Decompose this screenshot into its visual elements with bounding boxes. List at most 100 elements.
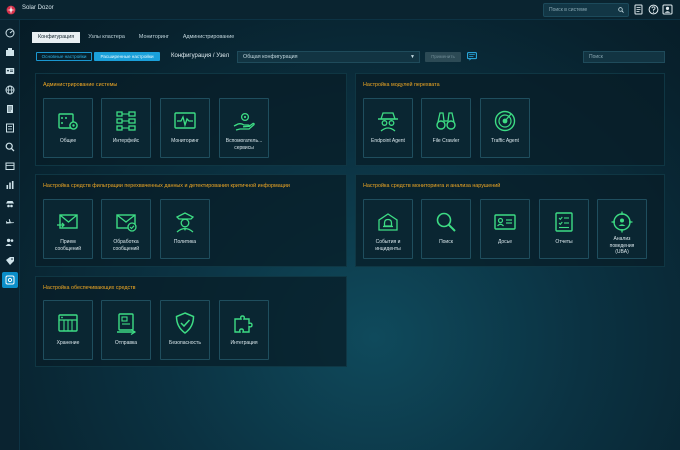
tile-label: Прием сообщений <box>54 239 82 252</box>
sidebar-item-tags[interactable] <box>2 253 18 269</box>
sidebar-item-reports[interactable] <box>2 101 18 117</box>
id-card-icon <box>5 68 15 74</box>
panel-title: Настройка модулей перехвата <box>363 82 440 88</box>
tile-policy[interactable]: Политика <box>160 199 210 259</box>
tile-interface[interactable]: Интерфейс <box>101 98 151 158</box>
tile-security[interactable]: Безопасность <box>160 300 210 360</box>
document-icon[interactable] <box>633 4 644 15</box>
tile-storage[interactable]: Хранение <box>43 300 93 360</box>
section-search-placeholder: Поиск <box>589 54 603 60</box>
sidebar-item-stats[interactable] <box>2 177 18 193</box>
sidebar-item-dossier[interactable] <box>2 63 18 79</box>
tile-reports[interactable]: Отчеты <box>539 199 589 259</box>
basic-settings-button[interactable]: Основные настройки <box>36 52 92 61</box>
tile-endpoint-agent[interactable]: Endpoint Agent <box>363 98 413 158</box>
report-checklist-icon <box>555 212 573 232</box>
tile-traffic-agent[interactable]: Traffic Agent <box>480 98 530 158</box>
panel-filtering-detection: Настройка средств фильтрации перехваченн… <box>35 174 347 267</box>
tile-label: Общее <box>59 138 77 144</box>
settings-icon <box>5 275 15 285</box>
tile-receive-messages[interactable]: Прием сообщений <box>43 199 93 259</box>
radar-icon <box>494 110 516 132</box>
tile-events-incidents[interactable]: События и инциденты <box>363 199 413 259</box>
solar-logo-icon <box>6 5 16 15</box>
panel-title: Настройка средств мониторинга и анализа … <box>363 183 501 189</box>
tab-administration[interactable]: Администрирование <box>177 32 240 43</box>
top-bar: Solar Dozor Поиск в системе <box>0 0 680 20</box>
tile-label: Интерфейс <box>112 138 140 144</box>
tab-configuration[interactable]: Конфигурация <box>32 32 81 43</box>
sidebar-item-network[interactable] <box>2 82 18 98</box>
panel-supporting-tools: Настройка обеспечивающих средств Хранени… <box>35 276 347 367</box>
storage-icon <box>58 314 78 332</box>
dropdown-arrow-icon: ▼ <box>410 54 415 60</box>
search-icon <box>618 7 624 13</box>
tile-monitoring[interactable]: Мониторинг <box>160 98 210 158</box>
help-icon[interactable] <box>648 4 659 15</box>
panel-title: Настройка средств фильтрации перехваченн… <box>43 183 290 189</box>
tile-behavior-analysis[interactable]: Анализ поведения (UBA) <box>597 199 647 259</box>
sidebar-item-archive[interactable] <box>2 158 18 174</box>
globe-icon <box>5 85 15 95</box>
tile-label: Политика <box>173 239 197 245</box>
search-icon <box>5 142 15 152</box>
panel-monitoring-analysis: Настройка средств мониторинга и анализа … <box>355 174 665 267</box>
sidebar-item-flight[interactable] <box>2 215 18 231</box>
sidebar-item-objects[interactable] <box>2 44 18 60</box>
binoculars-icon <box>436 112 456 130</box>
panel-title: Настройка обеспечивающих средств <box>43 285 136 291</box>
archive-icon <box>5 162 15 170</box>
tile-label: Отчеты <box>555 239 573 245</box>
target-user-icon <box>611 211 633 233</box>
bar-chart-icon <box>6 181 14 189</box>
configuration-select[interactable]: Общая конфигурация ▼ <box>237 51 420 63</box>
user-account-icon[interactable] <box>662 4 673 15</box>
sidebar-item-events[interactable] <box>2 120 18 136</box>
tile-label: События и инциденты <box>375 239 401 252</box>
event-list-icon <box>6 123 14 133</box>
breadcrumb: Конфигурация / Узел <box>171 53 230 59</box>
tile-label: Досье <box>497 239 513 245</box>
extended-settings-button[interactable]: Расширенные настройки <box>94 52 160 61</box>
mail-in-icon <box>57 214 78 229</box>
configuration-select-value: Общая конфигурация <box>243 54 298 60</box>
section-search-input[interactable]: Поиск <box>583 51 665 63</box>
tab-monitoring[interactable]: Мониторинг <box>133 32 175 43</box>
id-card-icon <box>494 214 516 230</box>
sidebar <box>0 20 20 450</box>
sidebar-item-spy[interactable] <box>2 196 18 212</box>
tile-file-crawler[interactable]: File Crawler <box>421 98 471 158</box>
tile-sending[interactable]: Отправка <box>101 300 151 360</box>
tile-label: Безопасность <box>169 340 201 346</box>
tile-label: Вспомогатель... сервисы <box>225 138 263 151</box>
tab-cluster-nodes[interactable]: Узлы кластера <box>82 32 131 43</box>
shield-check-icon <box>175 312 195 334</box>
global-search-input[interactable]: Поиск в системе <box>543 3 629 17</box>
panel-system-administration: Администрирование системы Общее Интерфей… <box>35 73 347 166</box>
sidebar-item-dashboard[interactable] <box>2 25 18 41</box>
tile-integration[interactable]: Интеграция <box>219 300 269 360</box>
tile-label: Мониторинг <box>171 138 199 144</box>
tile-label: Отправка <box>114 340 138 346</box>
tile-general[interactable]: Общее <box>43 98 93 158</box>
alarm-icon <box>378 213 398 231</box>
building-icon <box>6 48 14 56</box>
panel-title: Администрирование системы <box>43 82 118 88</box>
tile-search[interactable]: Поиск <box>421 199 471 259</box>
tile-label: Хранение <box>56 340 80 346</box>
tile-label: Поиск <box>439 239 453 245</box>
sidebar-item-users[interactable] <box>2 234 18 250</box>
tile-label: Интеграция <box>230 340 258 346</box>
tile-dossier[interactable]: Досье <box>480 199 530 259</box>
tile-auxiliary-services[interactable]: Вспомогатель... сервисы <box>219 98 269 158</box>
tile-label: Анализ поведения (UBA) <box>609 236 635 255</box>
tile-process-messages[interactable]: Обработка сообщений <box>101 199 151 259</box>
dashboard-gauge-icon <box>5 28 15 38</box>
monitor-pulse-icon <box>174 112 196 129</box>
sidebar-item-settings[interactable] <box>2 272 18 288</box>
apply-button[interactable]: Применить <box>425 52 461 62</box>
general-settings-icon <box>58 113 78 130</box>
sidebar-item-search[interactable] <box>2 139 18 155</box>
police-officer-icon <box>175 212 195 233</box>
comment-icon[interactable] <box>467 52 477 61</box>
